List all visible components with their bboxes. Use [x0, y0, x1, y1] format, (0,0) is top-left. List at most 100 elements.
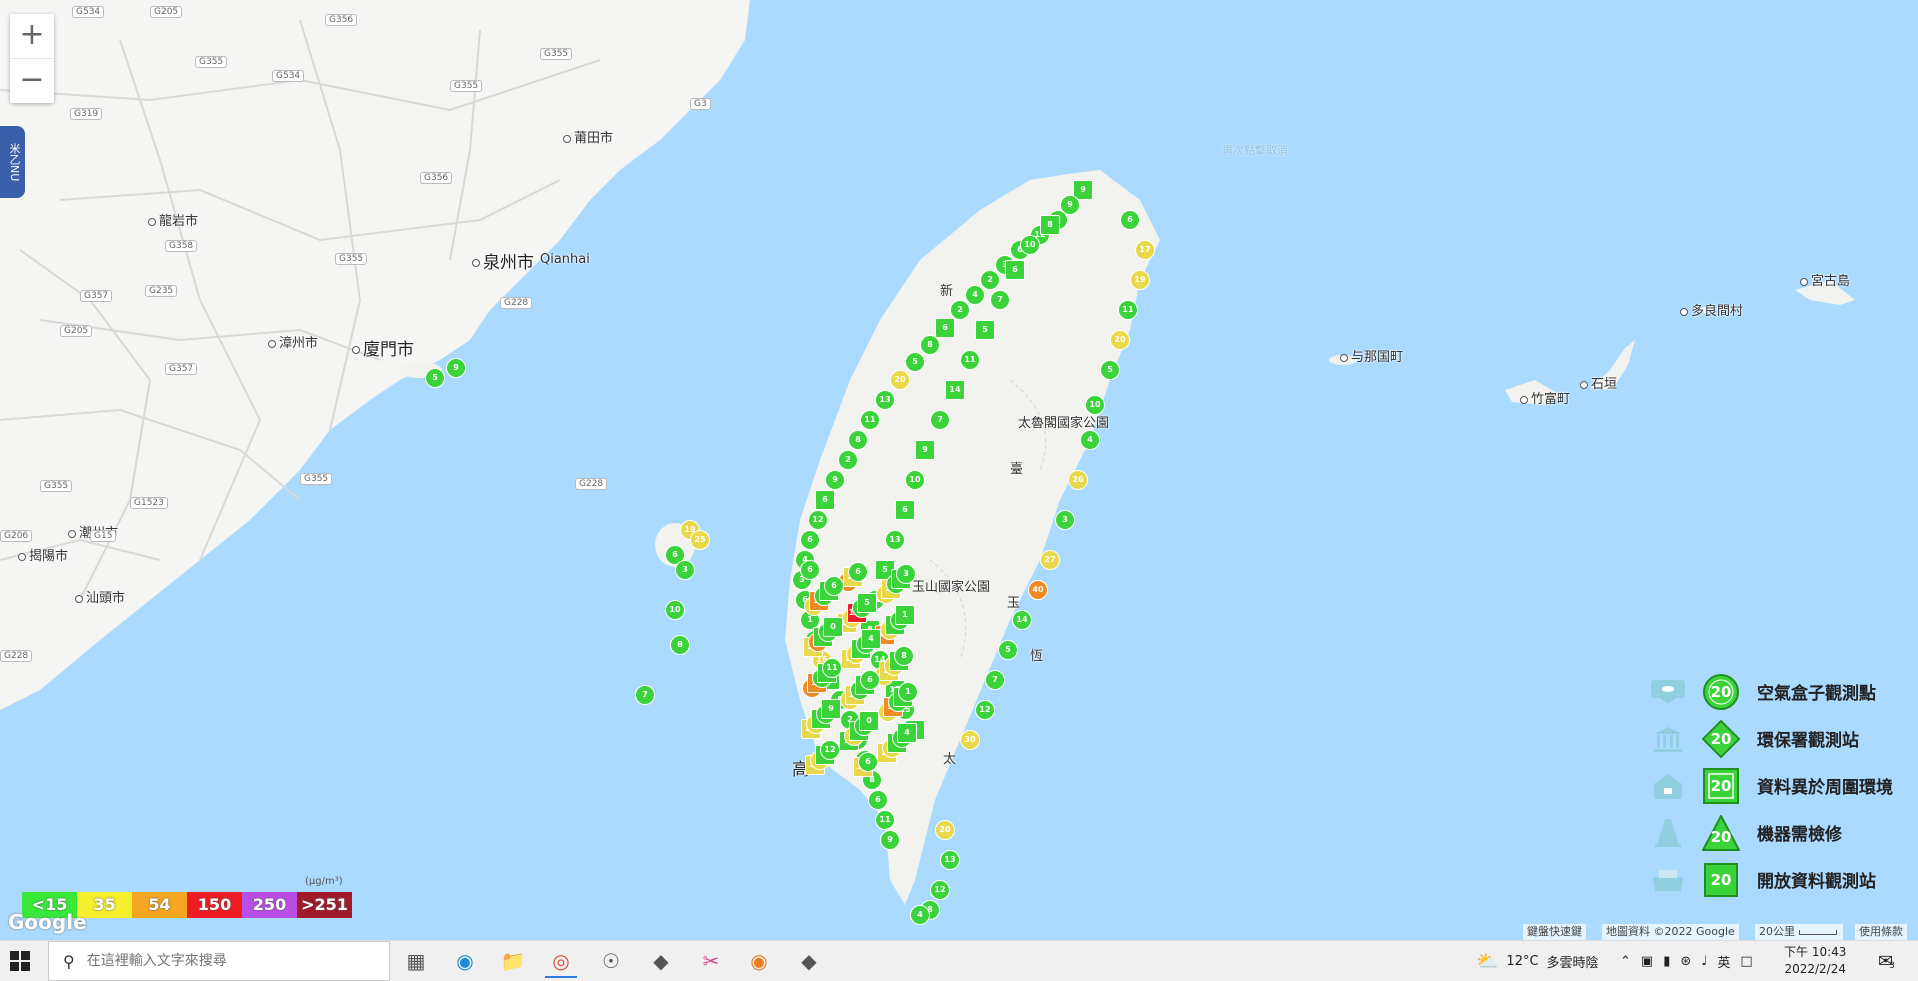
sensor-marker[interactable]: 6 [935, 318, 955, 338]
sensor-marker[interactable]: 0 [859, 711, 879, 731]
sensor-marker[interactable]: 5 [998, 640, 1018, 660]
terms-link[interactable]: 使用條款 [1855, 924, 1907, 940]
zoom-out-button[interactable]: − [10, 58, 54, 103]
sensor-marker[interactable]: 27 [1040, 550, 1060, 570]
sensor-marker[interactable]: 13 [885, 530, 905, 550]
map-canvas[interactable]: 莆田市龍岩市泉州市Qianhai漳州市廈門市潮州市揭陽市汕頭市与那国町竹富町石垣… [0, 0, 1918, 940]
map-data-attribution[interactable]: 地圖資料 ©2022 Google [1602, 924, 1739, 940]
windows-start-icon[interactable] [10, 951, 30, 971]
sensor-marker[interactable]: 6 [1120, 210, 1140, 230]
sensor-marker[interactable]: 14 [1012, 610, 1032, 630]
sensor-marker[interactable]: 9 [446, 358, 466, 378]
sensor-marker[interactable]: 6 [800, 560, 820, 580]
sensor-marker[interactable]: 5 [1100, 360, 1120, 380]
taskbar-search[interactable]: ⚲ [48, 941, 390, 981]
sensor-marker[interactable]: 19 [1130, 270, 1150, 290]
sensor-marker[interactable]: 5 [857, 593, 877, 613]
app-icon[interactable]: ◆ [793, 946, 825, 976]
sensor-marker[interactable]: 25 [690, 530, 710, 550]
volume-icon[interactable]: ♩ [1701, 954, 1707, 969]
sensor-marker[interactable]: 6 [860, 670, 880, 690]
sensor-marker[interactable]: 10 [1020, 235, 1040, 255]
app-icon[interactable]: ◆ [645, 946, 677, 976]
sensor-marker[interactable]: 11 [875, 810, 895, 830]
sensor-marker[interactable]: 6 [815, 490, 835, 510]
sensor-marker[interactable]: 9 [821, 699, 841, 719]
sensor-marker[interactable]: 5 [905, 352, 925, 372]
sensor-marker[interactable]: 17 [1135, 240, 1155, 260]
sensor-marker[interactable]: 12 [930, 880, 950, 900]
sensor-marker[interactable]: 2 [950, 300, 970, 320]
sensor-marker[interactable]: 5 [975, 320, 995, 340]
sensor-marker[interactable]: 20 [935, 820, 955, 840]
sensor-marker[interactable]: 6 [895, 500, 915, 520]
chrome-icon[interactable]: ◎ [545, 946, 577, 978]
sensor-marker[interactable]: 13 [875, 390, 895, 410]
chevron-up-icon[interactable]: ⌃ [1620, 954, 1631, 969]
sensor-marker[interactable]: 6 [868, 790, 888, 810]
sensor-marker[interactable]: 3 [1055, 510, 1075, 530]
sensor-marker[interactable]: 0 [823, 617, 843, 637]
sensor-marker[interactable]: 2 [980, 270, 1000, 290]
file-explorer-icon[interactable]: 📁 [497, 946, 529, 976]
sensor-marker[interactable]: 12 [808, 510, 828, 530]
sensor-marker[interactable]: 13 [940, 850, 960, 870]
sensor-marker[interactable]: 6 [824, 576, 844, 596]
sensor-marker[interactable]: 6 [858, 752, 878, 772]
sensor-marker[interactable]: 20 [1110, 330, 1130, 350]
weather-widget[interactable]: ⛅ 12°C 多雲時陰 [1476, 941, 1599, 981]
task-view-icon[interactable]: ▦ [400, 946, 432, 976]
side-panel-tab[interactable]: 米乙NU [0, 126, 25, 198]
sensor-marker[interactable]: 11 [860, 410, 880, 430]
sensor-marker[interactable]: 1 [895, 605, 915, 625]
sensor-marker[interactable]: 11 [822, 658, 842, 678]
sensor-marker[interactable]: 6 [1005, 260, 1025, 280]
ime-indicator[interactable]: 英 [1717, 952, 1730, 971]
sensor-marker[interactable]: 9 [880, 830, 900, 850]
sensor-marker[interactable]: 7 [930, 410, 950, 430]
sensor-marker[interactable]: 7 [635, 685, 655, 705]
battery-icon[interactable]: ▮ [1663, 954, 1670, 969]
sensor-marker[interactable]: 26 [1068, 470, 1088, 490]
sensor-marker[interactable]: 10 [1085, 395, 1105, 415]
ime-mode-icon[interactable]: □ [1740, 954, 1752, 969]
sensor-marker[interactable]: 4 [861, 629, 881, 649]
sensor-marker[interactable]: 8 [848, 430, 868, 450]
sensor-marker[interactable]: 10 [905, 470, 925, 490]
sensor-marker[interactable]: 9 [915, 440, 935, 460]
sensor-marker[interactable]: 3 [675, 560, 695, 580]
sensor-marker[interactable]: 40 [1028, 580, 1048, 600]
sensor-marker[interactable]: 4 [910, 905, 930, 925]
sensor-marker[interactable]: 11 [1118, 300, 1138, 320]
sensor-marker[interactable]: 4 [897, 723, 917, 743]
sensor-marker[interactable]: 7 [990, 290, 1010, 310]
sensor-marker[interactable]: 12 [975, 700, 995, 720]
meet-now-icon[interactable]: ▣ [1641, 954, 1653, 969]
sensor-marker[interactable]: 2 [838, 450, 858, 470]
sensor-marker[interactable]: 14 [945, 380, 965, 400]
keyboard-shortcuts-link[interactable]: 鍵盤快速鍵 [1523, 924, 1586, 940]
sensor-marker[interactable]: 5 [425, 368, 445, 388]
sensor-marker[interactable]: 4 [965, 285, 985, 305]
sensor-marker[interactable]: 7 [985, 670, 1005, 690]
sensor-marker[interactable]: 6 [800, 530, 820, 550]
taskbar-clock[interactable]: 下午 10:43 2022/2/24 [1784, 944, 1846, 978]
sensor-marker[interactable]: 4 [1080, 430, 1100, 450]
sensor-marker[interactable]: 1 [898, 682, 918, 702]
sensor-marker[interactable]: 6 [848, 562, 868, 582]
sensor-marker[interactable]: 8 [894, 646, 914, 666]
blender-icon[interactable]: ◉ [743, 946, 775, 976]
sensor-marker[interactable]: 10 [665, 600, 685, 620]
zoom-in-button[interactable]: + [10, 14, 54, 58]
sensor-marker[interactable]: 20 [890, 370, 910, 390]
notification-center[interactable]: ✉ 3 [1878, 941, 1895, 981]
snip-tool-icon[interactable]: ✂ [695, 946, 727, 976]
map-scale[interactable]: 20公里 [1755, 924, 1843, 940]
sensor-marker[interactable]: 9 [825, 470, 845, 490]
sensor-marker[interactable]: 3 [896, 564, 916, 584]
sensor-marker[interactable]: 8 [920, 335, 940, 355]
edge-icon[interactable]: ◉ [449, 946, 481, 976]
sensor-marker[interactable]: 30 [960, 730, 980, 750]
taskbar-search-input[interactable] [84, 952, 369, 970]
wifi-icon[interactable]: ⊛ [1680, 954, 1691, 969]
